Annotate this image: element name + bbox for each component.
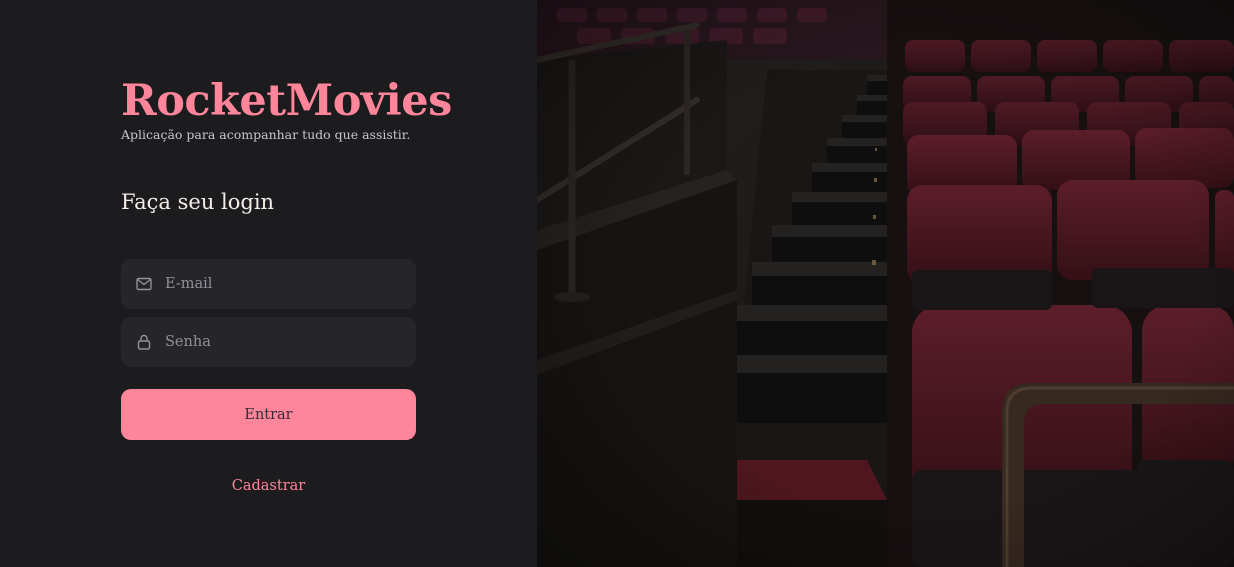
theater-seats-image [537, 0, 1234, 567]
password-field[interactable] [121, 317, 416, 367]
login-panel: RocketMovies Aplicação para acompanhar t… [0, 0, 537, 567]
register-link[interactable]: Cadastrar [121, 478, 416, 494]
login-form: RocketMovies Aplicação para acompanhar t… [121, 76, 452, 494]
brand-title: RocketMovies [121, 76, 452, 126]
background-image [537, 0, 1234, 567]
email-input[interactable] [165, 276, 395, 292]
mail-icon [136, 276, 152, 292]
login-heading: Faça seu login [121, 190, 275, 214]
email-field[interactable] [121, 259, 416, 309]
login-button[interactable]: Entrar [121, 389, 416, 440]
lock-icon [136, 334, 152, 350]
password-input[interactable] [165, 334, 395, 350]
brand-subtitle: Aplicação para acompanhar tudo que assis… [121, 127, 411, 142]
login-page: RocketMovies Aplicação para acompanhar t… [0, 0, 1234, 567]
